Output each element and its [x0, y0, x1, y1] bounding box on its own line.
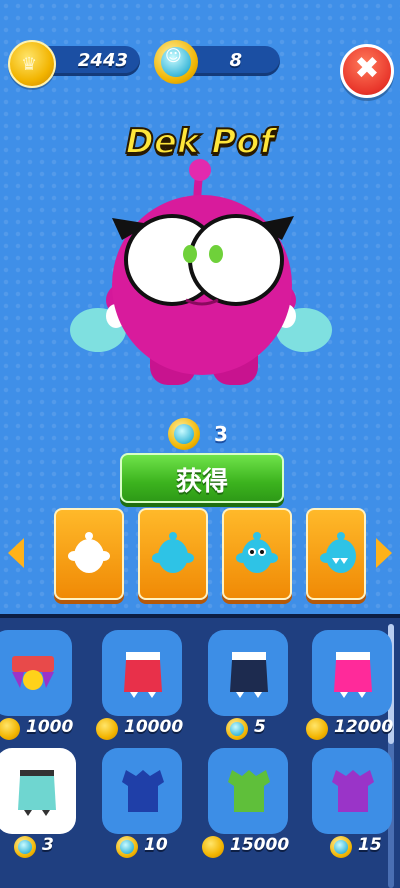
close-icon: ✖ — [354, 51, 380, 86]
coin-icon — [96, 718, 118, 740]
carousel-right-arrow-icon[interactable] — [376, 538, 392, 568]
gem-icon — [14, 836, 36, 858]
carousel-card-cyan-eyes[interactable] — [222, 508, 292, 600]
carousel-card-cyan[interactable] — [138, 508, 208, 600]
character-price-value: 3 — [214, 422, 228, 446]
shirt-item-icon — [122, 770, 164, 812]
gem-icon — [168, 418, 200, 450]
shop-item[interactable] — [102, 630, 182, 716]
shop-item[interactable] — [208, 748, 288, 834]
shorts-item-icon — [334, 652, 372, 698]
character-thumbnail-icon — [320, 532, 356, 573]
shop-item[interactable] — [102, 748, 182, 834]
character-thumbnail-icon — [236, 532, 278, 573]
character-thumbnail-icon — [68, 532, 110, 573]
carousel-card-white[interactable] — [54, 508, 124, 600]
coin-icon — [306, 718, 328, 740]
shirt-item-icon — [332, 770, 374, 812]
shop-item-selected[interactable] — [0, 748, 76, 834]
carousel-card-cyan-teeth[interactable] — [306, 508, 366, 600]
buy-button[interactable]: 获得 — [120, 453, 284, 503]
shirt-item-icon — [228, 770, 270, 812]
buy-button-label: 获得 — [175, 467, 228, 497]
shorts-item-icon — [230, 652, 268, 698]
coin-icon — [202, 836, 224, 858]
gem-icon — [330, 836, 352, 858]
coin-count: 2443 — [77, 50, 128, 71]
shorts-item-icon — [18, 770, 56, 816]
carousel-left-arrow-icon[interactable] — [8, 538, 24, 568]
shop-item[interactable] — [208, 630, 288, 716]
shop-screen: 2443 ♛ 8 ☺ ✖ Dek Pof 3 获得 1000 10000 5 1… — [0, 0, 400, 888]
gem-icon — [116, 836, 138, 858]
shorts-item-icon — [12, 656, 54, 690]
character-preview[interactable] — [50, 150, 350, 400]
close-button[interactable]: ✖ — [340, 44, 394, 98]
shop-item[interactable] — [0, 630, 72, 716]
gem-icon — [226, 718, 248, 740]
shop-item[interactable] — [312, 630, 392, 716]
coin-icon: ♛ — [8, 40, 56, 88]
gem-count: 8 — [229, 50, 242, 71]
shop-item[interactable] — [312, 748, 392, 834]
shorts-item-icon — [124, 652, 162, 698]
gem-icon: ☺ — [154, 40, 198, 84]
character-thumbnail-icon — [152, 532, 194, 573]
